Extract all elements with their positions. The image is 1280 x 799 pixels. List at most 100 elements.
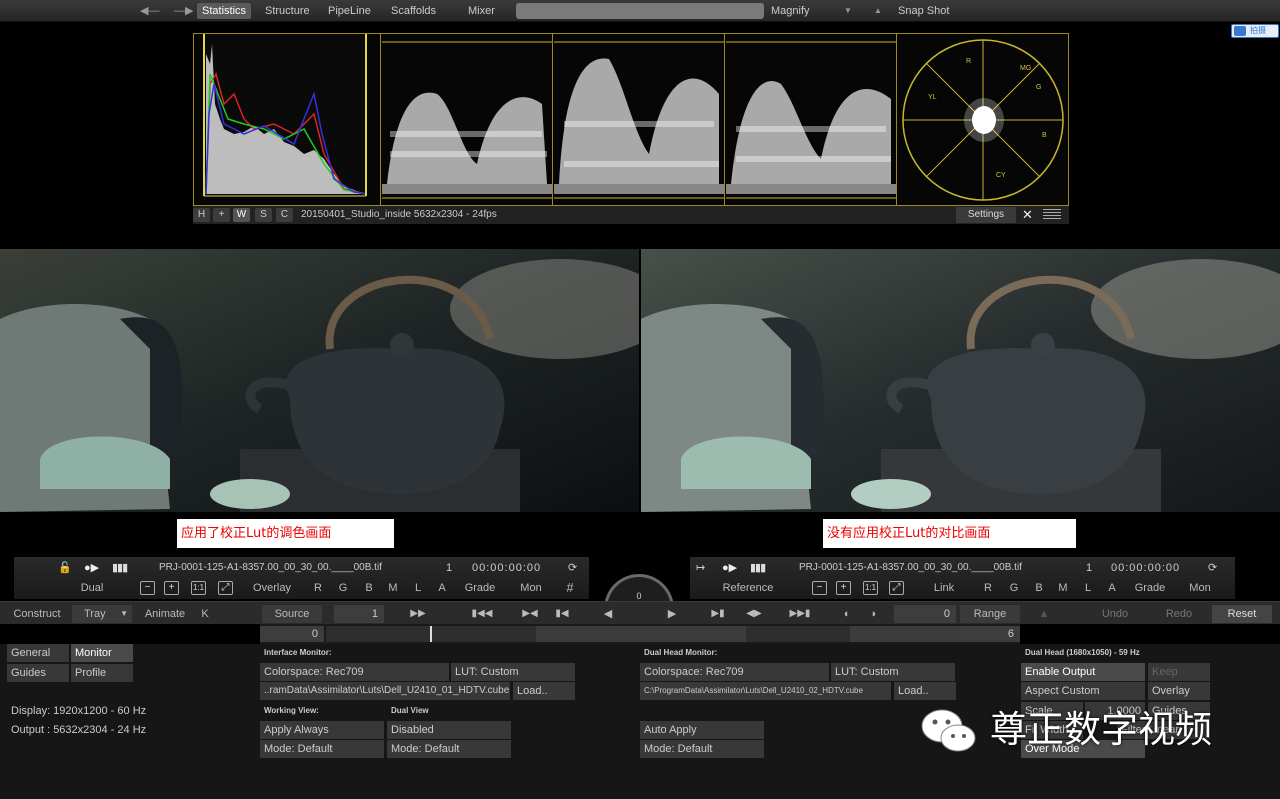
channel-l[interactable]: L <box>412 579 424 597</box>
channel-m[interactable]: M <box>387 579 399 597</box>
working-view-apply[interactable]: Apply Always <box>260 721 384 739</box>
link-button[interactable]: Link <box>930 579 958 597</box>
mark-out-icon[interactable]: ◗ <box>866 605 882 623</box>
reference-button[interactable]: Reference <box>722 579 774 597</box>
channel-g[interactable]: G <box>337 579 349 597</box>
fast-forward-icon[interactable]: ▶▶ <box>406 605 430 623</box>
zoom-in-button-right[interactable]: + <box>836 581 851 595</box>
chevron-down-icon[interactable]: ▼ <box>844 3 852 19</box>
channel-l-right[interactable]: L <box>1082 579 1094 597</box>
timeline[interactable]: 0 6 <box>260 624 1020 644</box>
tab-scaffolds[interactable]: Scaffolds <box>386 3 441 19</box>
keyframe-button[interactable]: K <box>196 605 214 623</box>
scope-settings-button[interactable]: Settings <box>956 207 1016 223</box>
nav-guides[interactable]: Guides <box>7 664 69 682</box>
fit-button-right[interactable]: ⤢ <box>889 581 904 595</box>
zoom-1to1-button-right[interactable]: 1:1 <box>863 581 878 595</box>
scope-button-h[interactable]: H <box>193 208 210 222</box>
channel-r-right[interactable]: R <box>982 579 994 597</box>
record-icon-right[interactable]: ●▶ <box>722 559 737 577</box>
channel-a-right[interactable]: A <box>1106 579 1118 597</box>
dual-head-lut-path[interactable]: C:\ProgramData\Assimilator\Luts\Dell_U24… <box>640 682 891 700</box>
menu-icon[interactable] <box>1043 209 1061 220</box>
working-view-mode[interactable]: Mode: Default <box>260 740 384 758</box>
scope-button-plus[interactable]: + <box>213 208 230 222</box>
channel-g-right[interactable]: G <box>1008 579 1020 597</box>
channel-a[interactable]: A <box>436 579 448 597</box>
grid-icon[interactable]: # <box>563 579 577 597</box>
aspect-dropdown[interactable]: Aspect Custom <box>1021 682 1145 700</box>
grade-button-right[interactable]: Grade <box>1134 579 1166 597</box>
speaker-icon[interactable]: ▲ <box>1036 605 1052 623</box>
record-icon[interactable]: ●▶ <box>84 559 99 577</box>
mon-button[interactable]: Mon <box>517 579 545 597</box>
zoom-in-button[interactable]: + <box>164 581 179 595</box>
dual-head-mode[interactable]: Mode: Default <box>640 740 764 758</box>
interface-load-button[interactable]: Load.. <box>513 682 575 700</box>
magnify-slider[interactable] <box>516 3 764 19</box>
channel-r[interactable]: R <box>312 579 324 597</box>
arrow-right-icon[interactable]: —▶ <box>174 3 193 19</box>
channel-m-right[interactable]: M <box>1057 579 1069 597</box>
clip-strip-icon[interactable]: ▮▮▮ <box>112 559 128 577</box>
zoom-out-button[interactable]: − <box>140 581 155 595</box>
clip-strip-icon-right[interactable]: ▮▮▮ <box>750 559 766 577</box>
redo-button[interactable]: Redo <box>1154 605 1204 623</box>
nav-profile[interactable]: Profile <box>71 664 133 682</box>
scope-button-s[interactable]: S <box>255 208 272 222</box>
scope-button-w[interactable]: W <box>233 208 250 222</box>
overlay-button[interactable]: Overlay <box>250 579 294 597</box>
channel-b[interactable]: B <box>363 579 375 597</box>
lock-icon[interactable]: 🔓 <box>58 559 72 577</box>
scope-button-c[interactable]: C <box>276 208 293 222</box>
channel-b-right[interactable]: B <box>1033 579 1045 597</box>
source-field[interactable]: 1 <box>334 605 384 623</box>
interface-colorspace[interactable]: Colorspace: Rec709 <box>260 663 449 681</box>
interface-lut[interactable]: LUT: Custom <box>451 663 575 681</box>
step-forward-icon[interactable]: ◀▶ <box>744 605 764 623</box>
next-frame-icon[interactable]: ▶▮ <box>710 605 726 623</box>
nav-general[interactable]: General <box>7 644 69 662</box>
play-icon[interactable]: ▶ <box>664 605 680 623</box>
fit-button[interactable]: ⤢ <box>218 581 233 595</box>
play-reverse-icon[interactable]: ◀ <box>600 605 616 623</box>
dual-head-colorspace[interactable]: Colorspace: Rec709 <box>640 663 829 681</box>
grade-button[interactable]: Grade <box>464 579 496 597</box>
skip-start-icon[interactable]: ▮◀◀ <box>470 605 494 623</box>
source-button[interactable]: Source <box>262 605 322 623</box>
construct-button[interactable]: Construct <box>8 605 66 623</box>
capture-widget[interactable]: 拍摄 <box>1231 24 1279 38</box>
dual-view-state[interactable]: Disabled <box>387 721 511 739</box>
step-center-icon[interactable]: ▶◀ <box>520 605 540 623</box>
undo-button[interactable]: Undo <box>1090 605 1140 623</box>
close-icon[interactable]: ✕ <box>1022 207 1033 223</box>
mon-button-right[interactable]: Mon <box>1186 579 1214 597</box>
tab-mixer[interactable]: Mixer <box>463 3 500 19</box>
sync-icon[interactable]: ⟳ <box>568 559 577 577</box>
overlay-toggle[interactable]: Overlay <box>1148 682 1210 700</box>
zoom-out-button-right[interactable]: − <box>812 581 827 595</box>
arrow-left-icon[interactable]: ◀— <box>140 3 159 19</box>
prev-frame-icon[interactable]: ▮◀ <box>554 605 570 623</box>
reset-button[interactable]: Reset <box>1212 605 1272 623</box>
mark-in-icon[interactable]: ◖ <box>838 605 854 623</box>
sync-icon-right[interactable]: ⟳ <box>1208 559 1217 577</box>
frame-field[interactable]: 0 <box>894 605 956 623</box>
tray-dropdown[interactable]: Tray ▼ <box>72 605 132 623</box>
export-icon[interactable]: ↦ <box>696 559 705 577</box>
animate-button[interactable]: Animate <box>138 605 192 623</box>
tab-structure[interactable]: Structure <box>260 3 315 19</box>
dual-head-lut[interactable]: LUT: Custom <box>831 663 955 681</box>
enable-output-toggle[interactable]: Enable Output <box>1021 663 1145 681</box>
dual-view-mode[interactable]: Mode: Default <box>387 740 511 758</box>
keep-toggle[interactable]: Keep <box>1148 663 1210 681</box>
dual-head-load-button[interactable]: Load.. <box>894 682 956 700</box>
interface-lut-path[interactable]: ..ramData\Assimilator\Luts\Dell_U2410_01… <box>260 682 510 700</box>
nav-monitor[interactable]: Monitor <box>71 644 133 662</box>
chevron-up-icon[interactable]: ▲ <box>874 3 882 19</box>
dual-head-apply[interactable]: Auto Apply <box>640 721 764 739</box>
range-button[interactable]: Range <box>960 605 1020 623</box>
tab-statistics[interactable]: Statistics <box>197 3 252 19</box>
dual-button[interactable]: Dual <box>74 579 110 597</box>
playhead[interactable] <box>430 626 432 642</box>
